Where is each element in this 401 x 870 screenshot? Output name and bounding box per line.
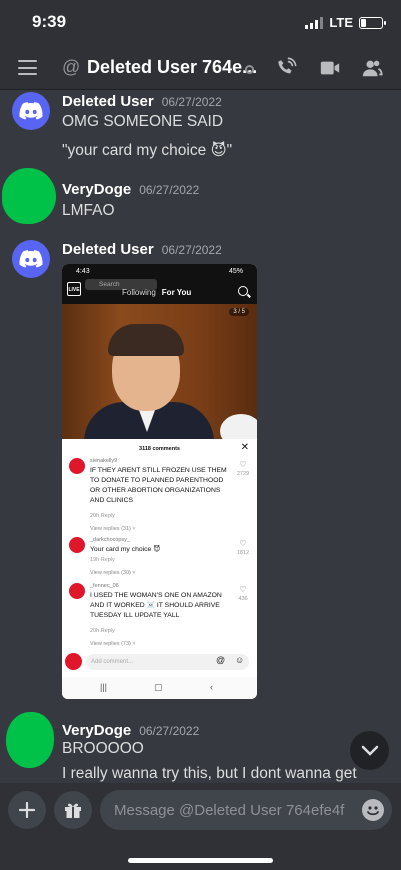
home-indicator [128, 858, 273, 863]
hair-shape [108, 324, 184, 356]
discord-logo-icon [19, 250, 43, 268]
at-icon: @ [62, 57, 81, 77]
message-timestamp: 06/27/2022 [139, 183, 200, 197]
embedded-status-time: 4:43 [76, 268, 90, 275]
smiley-icon [367, 806, 379, 816]
close-icon: ✕ [240, 442, 249, 453]
comments-sheet: 3118 comments ✕ sienakelly9 IF THEY AREN… [62, 439, 257, 677]
members-icon[interactable] [360, 57, 384, 79]
home-icon: ▢ [154, 682, 163, 692]
battery-icon [359, 16, 386, 29]
status-indicators: LTE [305, 15, 386, 30]
embedded-app-header: 4:43 45% LIVE Search Following For You [62, 264, 257, 304]
tab-for-you: For You [161, 288, 192, 297]
status-bar: 9:39 LTE [0, 0, 401, 46]
comments-title: 3118 comments [139, 446, 180, 452]
recent-apps-icon: ||| [100, 682, 108, 692]
emoji-icon: ☺ [235, 655, 245, 665]
add-comment-bar: Add comment... @ ☺ [62, 650, 257, 674]
message-input[interactable] [100, 790, 392, 830]
message-author[interactable]: VeryDoge 06/27/2022 [62, 722, 199, 739]
call-icon[interactable] [274, 57, 298, 79]
status-time: 9:39 [32, 12, 67, 31]
comment-user: sienakelly9 [90, 458, 118, 464]
avatar[interactable] [2, 168, 56, 224]
comment-meta: 20h Reply [90, 513, 115, 519]
embedded-tabs: Following For You [122, 288, 191, 297]
chat-header: @ Deleted User 764e... [0, 46, 401, 90]
discord-logo-icon [19, 102, 43, 120]
image-attachment[interactable]: 4:43 45% LIVE Search Following For You 3 … [62, 264, 257, 699]
avatar[interactable] [12, 240, 50, 278]
menu-icon[interactable] [18, 60, 37, 75]
comment-user: _darkchocopsy_ [90, 537, 131, 543]
comment-avatar [69, 537, 85, 553]
embedded-nav-bar: ||| ▢ ‹ [62, 677, 257, 699]
signal-icon [305, 16, 324, 29]
gift-button[interactable] [54, 791, 92, 829]
embedded-status-battery: 45% [228, 268, 243, 275]
message-timestamp: 06/27/2022 [139, 724, 200, 738]
message-text: OMG SOMEONE SAID [62, 113, 224, 130]
message-text: "your card my choice 😈" [62, 142, 233, 159]
gift-icon [65, 803, 81, 818]
photo-counter: 3 / 5 [229, 308, 249, 316]
comment-text: IF THEY ARENT STILL FROZEN USE THEM TO D… [90, 467, 227, 504]
view-replies: View replies (73) ˅ [90, 641, 136, 647]
search-icon [238, 286, 248, 296]
mention-icon: @ [216, 655, 226, 665]
my-avatar [65, 653, 82, 670]
comment-avatar [69, 583, 85, 599]
message-text: LMFAO [62, 202, 115, 219]
add-attachment-button[interactable] [8, 791, 46, 829]
jump-to-bottom-button[interactable] [350, 731, 389, 770]
like-count: 2729 [236, 471, 250, 477]
heart-icon: ♡ [239, 585, 247, 594]
heart-icon: ♡ [239, 460, 247, 469]
view-replies: View replies (31) ˅ [90, 526, 136, 532]
avatar[interactable] [6, 712, 54, 768]
emoji-picker-button[interactable] [362, 799, 384, 821]
tab-following: Following [122, 288, 156, 297]
message-author[interactable]: Deleted User 06/27/2022 [62, 93, 222, 110]
comment-user: _fennec_06 [90, 583, 119, 589]
chevron-down-icon [361, 745, 378, 756]
message-text: BROOOOO [62, 740, 144, 757]
composer [0, 783, 401, 870]
view-replies: View replies (30) ˅ [90, 570, 136, 576]
heart-icon: ♡ [239, 539, 247, 548]
comment-avatar [69, 458, 85, 474]
comment-text: I USED THE WOMAN'S ONE ON AMAZON AND IT … [90, 592, 222, 619]
plus-icon [19, 802, 35, 818]
like-count: 436 [238, 596, 248, 602]
comment-text: Your card my choice 😈 [90, 546, 161, 553]
message-timestamp: 06/27/2022 [161, 243, 222, 257]
message-timestamp: 06/27/2022 [161, 95, 222, 109]
live-icon: LIVE [67, 282, 81, 296]
offline-status-icon [245, 65, 254, 74]
channel-title[interactable]: Deleted User 764e... [87, 57, 257, 78]
network-label: LTE [329, 15, 353, 30]
like-count: 1812 [236, 550, 250, 556]
avatar[interactable] [12, 92, 50, 130]
message-author[interactable]: VeryDoge 06/27/2022 [62, 181, 199, 198]
back-icon: ‹ [210, 682, 213, 692]
message-author[interactable]: Deleted User 06/27/2022 [62, 241, 222, 258]
comment-meta: 19h Reply [90, 557, 115, 563]
video-icon[interactable] [318, 57, 342, 79]
comment-meta: 20h Reply [90, 628, 115, 634]
message-text: I really wanna try this, but I dont wann… [62, 765, 357, 782]
